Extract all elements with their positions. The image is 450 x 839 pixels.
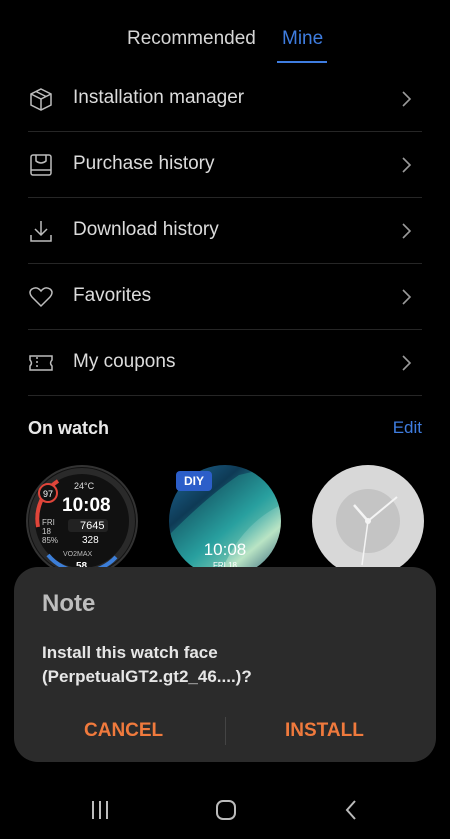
heart-icon — [29, 287, 53, 308]
menu-label: Installation manager — [73, 87, 245, 108]
watch-battery: 97 — [43, 489, 53, 499]
box-icon — [30, 88, 52, 111]
chevron-right-icon — [402, 355, 412, 371]
diy-badge: DIY — [176, 471, 213, 491]
watch-face-graphic: 97 24°C 10:08 FRI 18 85% 7645 328 VO2MAX… — [29, 468, 135, 574]
on-watch-title: On watch — [28, 418, 110, 438]
watch-face-perpetual[interactable]: 97 24°C 10:08 FRI 18 85% 7645 328 VO2MAX… — [26, 465, 138, 577]
menu-item-download-history[interactable]: Download history — [28, 198, 422, 264]
menu-item-my-coupons[interactable]: My coupons — [28, 330, 422, 396]
watch-time: 10:08 — [204, 540, 247, 559]
cart-icon — [30, 154, 52, 176]
top-tabs: Recommended Mine — [0, 0, 450, 72]
menu-item-purchase-history[interactable]: Purchase history — [28, 132, 422, 198]
chevron-right-icon — [402, 289, 412, 305]
cancel-button[interactable]: CANCEL — [84, 720, 163, 742]
mine-menu: Installation manager Purchase history Do… — [0, 66, 450, 396]
watch-face-graphic — [336, 489, 400, 566]
menu-label: Favorites — [73, 285, 152, 306]
watch-face-analog[interactable] — [312, 465, 424, 577]
menu-label: Purchase history — [73, 153, 215, 174]
dialog-message: Install this watch face (PerpetualGT2.gt… — [42, 643, 252, 686]
tab-mine[interactable]: Mine — [282, 28, 323, 50]
watch-temp: 24°C — [74, 481, 95, 491]
chevron-right-icon — [402, 157, 412, 173]
menu-item-favorites[interactable]: Favorites — [28, 264, 422, 330]
menu-label: Download history — [73, 219, 219, 240]
download-icon — [30, 221, 52, 242]
tab-indicator — [277, 61, 327, 63]
watch-date: 18 — [42, 527, 51, 536]
menu-item-installation-manager[interactable]: Installation manager — [28, 66, 422, 132]
watch-steps: 7645 — [80, 520, 104, 532]
chevron-right-icon — [402, 91, 412, 107]
back-icon[interactable] — [339, 798, 365, 822]
watch-calories: 328 — [82, 535, 99, 546]
menu-label: My coupons — [73, 351, 176, 372]
watch-day: FRI — [42, 518, 55, 527]
dialog-title: Note — [42, 590, 96, 617]
edit-button[interactable]: Edit — [393, 418, 422, 438]
watch-humidity: 85% — [42, 536, 58, 545]
install-button[interactable]: INSTALL — [285, 720, 364, 742]
watch-time: 10:08 — [62, 495, 111, 516]
home-icon[interactable] — [213, 798, 239, 822]
recent-apps-icon[interactable] — [87, 798, 113, 822]
system-nav-bar — [0, 782, 450, 839]
tab-recommended[interactable]: Recommended — [127, 28, 256, 50]
watch-vo2-label: VO2MAX — [63, 551, 93, 558]
install-dialog: Note Install this watch face (PerpetualG… — [14, 567, 436, 762]
coupon-icon — [29, 355, 53, 371]
chevron-right-icon — [402, 223, 412, 239]
watch-faces-row: 97 24°C 10:08 FRI 18 85% 7645 328 VO2MAX… — [0, 462, 450, 582]
button-divider — [225, 717, 226, 745]
